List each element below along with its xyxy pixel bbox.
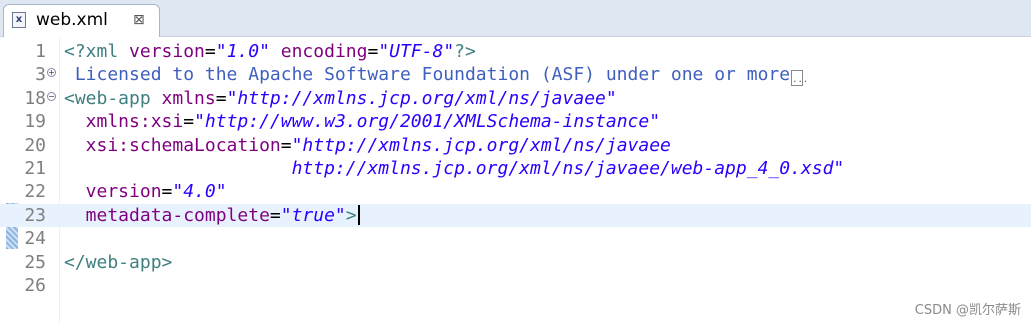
code-text: version="4.0"	[64, 181, 227, 203]
code-text: Licensed to the Apache Software Foundati…	[64, 64, 809, 87]
code-text: <web-app xmlns="http://xmlns.jcp.org/xml…	[64, 87, 617, 109]
line-number: 22	[24, 181, 46, 203]
code-line-25: 25 </web-app>	[0, 251, 1031, 274]
code-text: metadata-complete="true">	[64, 204, 360, 227]
close-icon[interactable]: ⊠	[133, 12, 145, 28]
line-number: 3	[35, 64, 46, 86]
line-number: 19	[24, 111, 46, 133]
expand-fold-icon[interactable]: +	[47, 68, 56, 78]
code-line-26: 26	[0, 274, 1031, 297]
code-text: xsi:schemaLocation="http://xmlns.jcp.org…	[64, 134, 671, 156]
line-number: 24	[24, 228, 46, 250]
line-number: 26	[24, 275, 46, 296]
xml-file-icon: x	[12, 12, 26, 28]
code-line-21: 21 http://xmlns.jcp.org/xml/ns/javaee/we…	[0, 157, 1031, 180]
watermark: CSDN @凯尔萨斯	[914, 303, 1021, 318]
code-line-20: 20 xsi:schemaLocation="http://xmlns.jcp.…	[0, 134, 1031, 157]
tab-web-xml[interactable]: x web.xml ⊠	[3, 4, 160, 37]
line-number: 21	[24, 158, 46, 179]
code-line-22: 22 version="4.0"	[0, 180, 1031, 203]
code-text: </web-app>	[64, 251, 173, 273]
line-number: 18	[24, 87, 46, 109]
line-number: 20	[24, 134, 46, 156]
line-number: 23	[24, 204, 46, 226]
collapse-fold-icon[interactable]: −	[47, 91, 56, 101]
line-number: 1	[35, 41, 46, 62]
code-text: xmlns:xsi="http://www.w3.org/2001/XMLSch…	[64, 111, 661, 133]
code-line-24: 24	[0, 227, 1031, 250]
line-number: 25	[24, 251, 46, 273]
text-cursor	[357, 204, 360, 225]
code-line-18: 18 − <web-app xmlns="http://xmlns.jcp.or…	[0, 87, 1031, 110]
code-text: <?xml version="1.0" encoding="UTF-8"?>	[64, 41, 476, 62]
code-line-1: 1 <?xml version="1.0" encoding="UTF-8"?>	[0, 40, 1031, 63]
tab-title: web.xml	[36, 10, 108, 30]
editor-tab-bar: x web.xml ⊠	[0, 0, 1031, 37]
code-editor[interactable]: 1 <?xml version="1.0" encoding="UTF-8"?>…	[0, 37, 1031, 324]
code-line-23: 23 metadata-complete="true">	[0, 203, 1031, 228]
code-text: http://xmlns.jcp.org/xml/ns/javaee/web-a…	[64, 158, 845, 179]
code-line-19: 19 xmlns:xsi="http://www.w3.org/2001/XML…	[0, 110, 1031, 133]
collapsed-ellipsis-icon[interactable]: ...	[791, 70, 808, 87]
code-line-3: 3 + Licensed to the Apache Software Foun…	[0, 63, 1031, 87]
